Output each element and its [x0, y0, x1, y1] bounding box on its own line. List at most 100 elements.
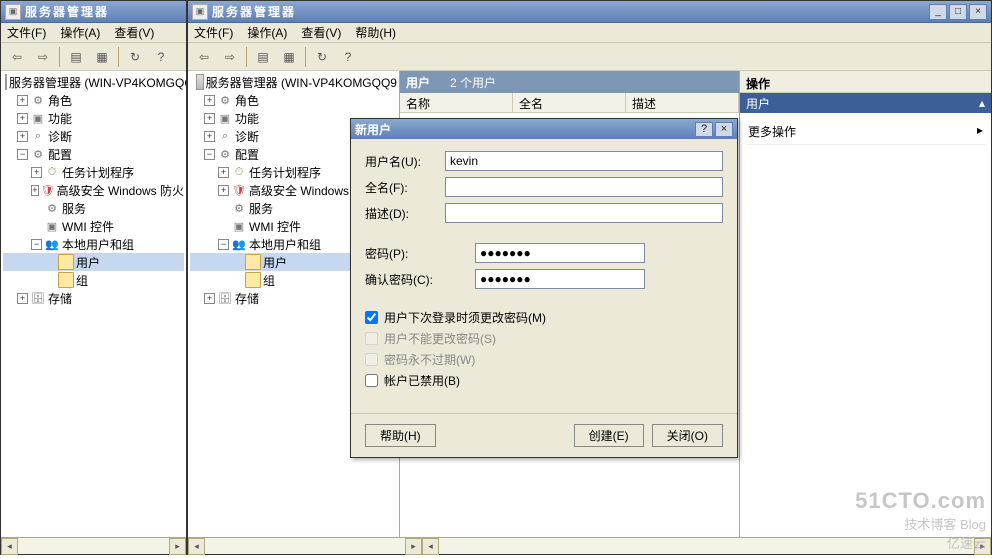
scroll-right-icon[interactable]: ▸ [169, 538, 186, 555]
new-user-dialog: 新用户 ? × 用户名(U): 全名(F): 描述(D): 密码(P): 确认密… [350, 118, 738, 458]
tree-root[interactable]: 服务器管理器 (WIN-VP4KOMGQQ [9, 74, 186, 91]
close-button[interactable]: × [969, 4, 987, 20]
never-expire-checkbox [365, 353, 378, 366]
props-icon[interactable]: ▤ [64, 46, 88, 68]
scroll-right-icon[interactable]: ▸ [405, 538, 422, 555]
help-button[interactable]: 帮助(H) [365, 424, 436, 447]
fullname-input[interactable] [445, 177, 723, 197]
col-name[interactable]: 名称 [400, 93, 513, 112]
hscroll-front[interactable]: ◂ ▸ ◂ ▸ [188, 537, 991, 554]
close-button[interactable]: × [715, 122, 733, 137]
tree-firewall[interactable]: 高级安全 Windows [249, 182, 349, 199]
tree-features[interactable]: 功能 [48, 110, 72, 127]
window-title: 服务器管理器 [25, 3, 182, 20]
desc-label: 描述(D): [365, 205, 445, 222]
hscroll-back[interactable]: ◂ ▸ [1, 537, 186, 554]
tree-localusers[interactable]: 本地用户和组 [249, 236, 321, 253]
menu-view[interactable]: 查看(V) [301, 24, 341, 41]
actions-pane: 操作 用户 ▴ 更多操作 ▸ [740, 71, 991, 537]
tree-root[interactable]: 服务器管理器 (WIN-VP4KOMGQQ9 [206, 74, 397, 91]
nav-back-icon[interactable]: ⇦ [5, 46, 29, 68]
tree-task[interactable]: 任务计划程序 [249, 164, 321, 181]
tree-groups[interactable]: 组 [263, 272, 275, 289]
background-window: ▣ 服务器管理器 文件(F) 操作(A) 查看(V) ⇦ ⇨ ▤ ▦ ↻ ? 服… [0, 0, 187, 555]
scroll-left-icon[interactable]: ◂ [1, 538, 18, 555]
col-fullname[interactable]: 全名 [513, 93, 626, 112]
must-change-label: 用户下次登录时须更改密码(M) [384, 309, 546, 326]
actions-title: 操作 [740, 71, 991, 93]
menu-file[interactable]: 文件(F) [194, 24, 233, 41]
tree-groups[interactable]: 组 [76, 272, 88, 289]
tree-wmi[interactable]: WMI 控件 [249, 218, 301, 235]
more-actions-item[interactable]: 更多操作 ▸ [746, 119, 985, 145]
minimize-button[interactable]: _ [929, 4, 947, 20]
copy-icon[interactable]: ▦ [277, 46, 301, 68]
menu-action[interactable]: 操作(A) [247, 24, 287, 41]
menubar-front[interactable]: 文件(F) 操作(A) 查看(V) 帮助(H) [188, 23, 991, 43]
refresh-icon[interactable]: ↻ [310, 46, 334, 68]
help-icon[interactable]: ? [149, 46, 173, 68]
nav-back-icon[interactable]: ⇦ [192, 46, 216, 68]
must-change-checkbox[interactable] [365, 311, 378, 324]
tree-task[interactable]: 任务计划程序 [62, 164, 134, 181]
account-disabled-checkbox[interactable] [365, 374, 378, 387]
account-disabled-label: 帐户已禁用(B) [384, 372, 460, 389]
tree-services[interactable]: 服务 [249, 200, 273, 217]
tree-config[interactable]: 配置 [48, 146, 72, 163]
dialog-title: 新用户 [355, 121, 693, 138]
expand-icon[interactable]: + [17, 95, 28, 106]
nav-fwd-icon[interactable]: ⇨ [218, 46, 242, 68]
tree-diag[interactable]: 诊断 [48, 128, 72, 145]
tree-localusers[interactable]: 本地用户和组 [62, 236, 134, 253]
tree-storage[interactable]: 存储 [235, 290, 259, 307]
scroll-left-icon[interactable]: ◂ [188, 538, 205, 555]
list-title: 用户 [406, 74, 430, 91]
tree-wmi[interactable]: WMI 控件 [62, 218, 114, 235]
actions-section-header[interactable]: 用户 ▴ [740, 93, 991, 113]
maximize-button[interactable]: □ [949, 4, 967, 20]
tree-back[interactable]: 服务器管理器 (WIN-VP4KOMGQQ +⚙角色 +▣功能 +⌕诊断 −⚙配… [1, 71, 186, 309]
menu-help[interactable]: 帮助(H) [355, 24, 396, 41]
collapse-up-icon[interactable]: ▴ [979, 96, 985, 110]
nav-fwd-icon[interactable]: ⇨ [31, 46, 55, 68]
props-icon[interactable]: ▤ [251, 46, 275, 68]
username-input[interactable] [445, 151, 723, 171]
tree-firewall[interactable]: 高级安全 Windows 防火 [57, 182, 184, 199]
copy-icon[interactable]: ▦ [90, 46, 114, 68]
menu-file[interactable]: 文件(F) [7, 24, 46, 41]
list-header: 用户 2 个用户 [400, 71, 739, 93]
tree-roles[interactable]: 角色 [235, 92, 259, 109]
create-button[interactable]: 创建(E) [574, 424, 644, 447]
menubar-back[interactable]: 文件(F) 操作(A) 查看(V) [1, 23, 186, 43]
more-actions-label: 更多操作 [748, 123, 796, 140]
scroll-left-icon[interactable]: ◂ [422, 538, 439, 555]
dialog-titlebar[interactable]: 新用户 ? × [351, 119, 737, 139]
tree-users[interactable]: 用户 [76, 254, 100, 271]
tree-diag[interactable]: 诊断 [235, 128, 259, 145]
cannot-change-checkbox [365, 332, 378, 345]
tree-users[interactable]: 用户 [263, 254, 287, 271]
menu-action[interactable]: 操作(A) [60, 24, 100, 41]
menu-view[interactable]: 查看(V) [114, 24, 154, 41]
window-title: 服务器管理器 [212, 3, 929, 20]
list-columns[interactable]: 名称 全名 描述 [400, 93, 739, 113]
desc-input[interactable] [445, 203, 723, 223]
close-dialog-button[interactable]: 关闭(O) [652, 424, 723, 447]
scroll-right-icon[interactable]: ▸ [974, 538, 991, 555]
password-input[interactable] [475, 243, 645, 263]
app-icon: ▣ [5, 4, 21, 20]
titlebar-front: ▣ 服务器管理器 _ □ × [188, 1, 991, 23]
refresh-icon[interactable]: ↻ [123, 46, 147, 68]
help-icon[interactable]: ? [336, 46, 360, 68]
actions-section-label: 用户 [746, 95, 770, 112]
app-icon: ▣ [192, 4, 208, 20]
tree-roles[interactable]: 角色 [48, 92, 72, 109]
password-label: 密码(P): [365, 245, 475, 262]
help-button[interactable]: ? [695, 122, 713, 137]
tree-storage[interactable]: 存储 [48, 290, 72, 307]
col-desc[interactable]: 描述 [626, 93, 739, 112]
tree-features[interactable]: 功能 [235, 110, 259, 127]
tree-services[interactable]: 服务 [62, 200, 86, 217]
confirm-password-input[interactable] [475, 269, 645, 289]
tree-config[interactable]: 配置 [235, 146, 259, 163]
